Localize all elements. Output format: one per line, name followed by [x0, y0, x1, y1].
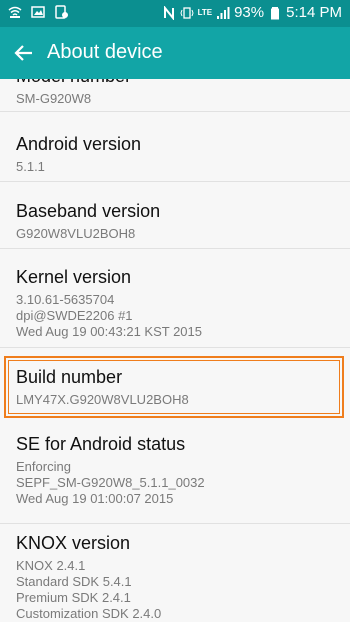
item-value: Wed Aug 19 00:43:21 KST 2015 — [16, 324, 202, 339]
nfc-icon — [162, 5, 176, 20]
status-bar: LTE 93% 5:14 PM — [0, 0, 350, 27]
list-item-android-version[interactable]: Android version 5.1.1 — [0, 114, 350, 182]
vibrate-icon — [180, 6, 194, 20]
item-value: Wed Aug 19 01:00:07 2015 — [16, 491, 174, 506]
settings-list[interactable]: Model number SM-G920W8 Android version 5… — [0, 79, 350, 622]
item-value: dpi@SWDE2206 #1 — [16, 308, 133, 323]
battery-percent: 93% — [234, 4, 265, 21]
tablet-icon — [54, 5, 68, 19]
item-value: G920W8VLU2BOH8 — [16, 226, 136, 241]
signal-icon — [216, 6, 230, 20]
item-title: Kernel version — [16, 267, 132, 287]
item-title: SE for Android status — [16, 434, 186, 454]
item-title: KNOX version — [16, 533, 131, 553]
page-title: About device — [47, 41, 163, 63]
item-value: KNOX 2.4.1 — [16, 558, 86, 573]
list-item-kernel-version[interactable]: Kernel version 3.10.61-5635704 dpi@SWDE2… — [0, 248, 350, 348]
image-icon — [31, 5, 45, 19]
list-item-se-android-status[interactable]: SE for Android status Enforcing SEPF_SM-… — [0, 424, 350, 524]
battery-icon — [268, 6, 282, 20]
status-right-area: LTE 93% 5:14 PM — [162, 4, 342, 21]
highlight-box — [4, 356, 344, 418]
item-value: SEPF_SM-G920W8_5.1.1_0032 — [16, 475, 205, 490]
arrow-left-icon[interactable] — [12, 41, 36, 65]
item-title: Android version — [16, 134, 142, 154]
item-title: Baseband version — [16, 201, 161, 221]
item-value: Premium SDK 2.4.1 — [16, 590, 131, 605]
list-item-model-number[interactable]: Model number SM-G920W8 — [0, 79, 350, 112]
wifi-icon — [8, 5, 22, 19]
item-title: Model number — [16, 79, 131, 87]
item-value: 3.10.61-5635704 — [16, 292, 115, 307]
app-bar: About device — [0, 27, 350, 79]
item-value: Customization SDK 2.4.0 — [16, 606, 162, 621]
item-value: 5.1.1 — [16, 159, 45, 174]
status-left-icons — [8, 5, 68, 19]
status-time: 5:14 PM — [286, 4, 342, 21]
list-item-baseband-version[interactable]: Baseband version G920W8VLU2BOH8 — [0, 181, 350, 249]
network-type: LTE — [197, 7, 213, 17]
item-value: Standard SDK 5.4.1 — [16, 574, 132, 589]
item-value: SM-G920W8 — [16, 91, 92, 106]
item-value: Enforcing — [16, 459, 71, 474]
list-item-knox-version[interactable]: KNOX version KNOX 2.4.1 Standard SDK 5.4… — [0, 523, 350, 622]
